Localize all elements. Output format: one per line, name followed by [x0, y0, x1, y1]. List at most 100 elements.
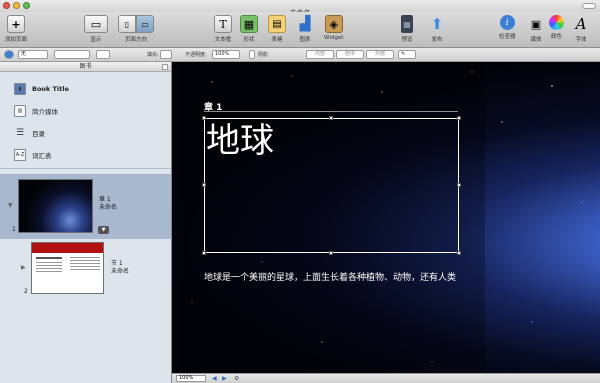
az-icon: A-Z [14, 149, 26, 161]
zoom-window-button[interactable] [23, 2, 30, 9]
preview-button[interactable]: ▦ 预览 [401, 15, 413, 43]
add-page-button[interactable]: + 添加页面 [5, 15, 27, 43]
view-icon: ▭ [84, 15, 108, 33]
landscape-icon[interactable]: ▭ [136, 15, 154, 33]
inspector-button[interactable]: i 检查器 [499, 15, 516, 40]
inspector-label: 检查器 [499, 34, 516, 40]
textbox-button[interactable]: T 文本框 [214, 15, 232, 43]
toolbar-toggle-button[interactable] [582, 3, 596, 9]
section-page-number: 2 [24, 288, 28, 295]
line-style-select[interactable]: 无 [18, 50, 48, 59]
opacity-label: 不透明度: [185, 52, 207, 58]
section-label-line2: 未命名 [111, 268, 130, 275]
shapes-icon: ▦ [240, 15, 258, 33]
orientation-label: 页面方向 [124, 37, 147, 43]
opacity-select[interactable]: 100% [212, 50, 240, 59]
section-label-line1: 节 1 [111, 260, 123, 267]
shadow-label: 阴影 [258, 52, 269, 58]
chapter-menu-button[interactable]: ▼ [98, 226, 109, 234]
wrap-outside-label: 外部 [374, 51, 385, 57]
wrap-inline-button[interactable]: 内部 [306, 50, 334, 59]
chart-icon: ▟ [299, 16, 311, 32]
view-label: 显示 [90, 37, 102, 43]
chart-label: 图表 [299, 37, 311, 43]
fill-color-well[interactable] [160, 50, 172, 59]
page-canvas[interactable]: 章 1 地球 地球是一个美丽的星球，上面生长着各种植物、动物，还有人类 [172, 62, 600, 373]
shapes-label: 形状 [243, 37, 255, 43]
plus-icon: + [7, 15, 25, 33]
page-title[interactable]: 地球 [206, 121, 274, 161]
pen-icon: ✎ [401, 51, 406, 57]
next-page-icon[interactable]: ▶ [222, 375, 227, 382]
orientation-control[interactable]: ▯ ▭ 页面方向 [118, 15, 154, 43]
prev-page-icon[interactable]: ◀ [212, 375, 217, 382]
table-icon: ▤ [268, 15, 286, 33]
shapes-button[interactable]: ▦ 形状 [240, 15, 258, 43]
wrap-center-label: 居中 [344, 51, 355, 57]
info-icon: i [499, 15, 515, 30]
resize-handle[interactable] [457, 116, 461, 120]
gear-icon[interactable]: ⚙ [234, 375, 239, 382]
title-bar: 未命名 [0, 0, 600, 17]
disclosure-triangle-icon[interactable]: ▶ [21, 264, 26, 271]
colors-button[interactable]: 颜色 [549, 15, 564, 40]
sidebar-item-label: 目录 [32, 130, 45, 138]
close-window-button[interactable] [3, 2, 10, 9]
fonts-label: 字体 [575, 37, 587, 43]
sidebar-header-label: 图书 [79, 63, 92, 70]
chapter-label-line2: 未命名 [99, 204, 118, 211]
resize-handle[interactable] [202, 251, 206, 255]
view-button[interactable]: ▭ 显示 [84, 15, 108, 43]
sidebar-item-intro-media[interactable]: ▥ 简介媒体 [14, 105, 58, 117]
chapter-thumbnail[interactable] [18, 179, 93, 233]
table-button[interactable]: ▤ 表格 [268, 15, 286, 43]
disclosure-triangle-icon[interactable]: ▼ [8, 202, 13, 209]
resize-handle[interactable] [202, 116, 206, 120]
sidebar-item-label: Book Title [32, 85, 69, 93]
fonts-button[interactable]: A 字体 [572, 15, 590, 43]
sidebar-item-glossary[interactable]: A-Z 词汇表 [14, 149, 52, 161]
resize-handle[interactable] [329, 251, 333, 255]
shadow-checkbox[interactable] [249, 50, 255, 59]
heading-rule [204, 111, 458, 112]
opacity-value: 100% [215, 51, 230, 57]
book-icon: ▮ [14, 83, 26, 95]
resize-handle[interactable] [202, 183, 206, 187]
wrap-outside-button[interactable]: 外部 [366, 50, 394, 59]
portrait-icon[interactable]: ▯ [118, 15, 136, 33]
publish-button[interactable]: ⬆ 发布 [428, 15, 446, 43]
stroke-color-well[interactable] [96, 50, 110, 59]
add-page-label: 添加页面 [5, 37, 28, 43]
format-bar: 无 填充: 不透明度: 100% 阴影 内部 居中 外部 ✎ [0, 48, 600, 62]
pen-tool-button[interactable]: ✎ [398, 50, 416, 59]
orientation-segmented[interactable]: ▯ ▭ [118, 15, 154, 33]
resize-handle[interactable] [457, 183, 461, 187]
chart-button[interactable]: ▟ 图表 [296, 15, 314, 43]
wrap-center-button[interactable]: 居中 [336, 50, 364, 59]
sidebar-item-label: 简介媒体 [32, 108, 58, 116]
fill-label: 填充: [147, 52, 159, 58]
resize-handle[interactable] [457, 251, 461, 255]
media-button[interactable]: ▣ 媒体 [527, 15, 545, 44]
window-controls [3, 2, 30, 9]
device-icon: ▦ [401, 15, 413, 33]
style-icon[interactable] [4, 50, 14, 59]
wrap-inline-label: 内部 [314, 51, 325, 57]
sidebar-item-toc[interactable]: ☰ 目录 [14, 127, 45, 139]
section-thumbnail[interactable] [31, 242, 104, 294]
body-text[interactable]: 地球是一个美丽的星球，上面生长着各种植物、动物，还有人类 [204, 271, 466, 286]
minimize-window-button[interactable] [13, 2, 20, 9]
textbox-label: 文本框 [214, 37, 232, 43]
stroke-width-select[interactable] [54, 50, 90, 59]
widget-button[interactable]: ◈ Widget [324, 15, 343, 41]
zoom-select[interactable]: 100% [176, 375, 206, 382]
resize-handle[interactable] [329, 116, 333, 120]
publish-label: 发布 [431, 37, 443, 43]
toolbar: + 添加页面 ▭ 显示 ▯ ▭ 页面方向 T 文本框 ▦ 形状 ▤ 表格 ▟ 图… [0, 12, 600, 48]
sidebar-item-book-title[interactable]: ▮ Book Title [14, 83, 69, 95]
sidebar-resize-icon[interactable] [162, 64, 168, 70]
sidebar-divider [0, 168, 171, 169]
sidebar-header: 图书 [0, 62, 171, 72]
chapter-label: 章 1 未命名 [99, 196, 117, 212]
media-label: 媒体 [530, 37, 542, 43]
